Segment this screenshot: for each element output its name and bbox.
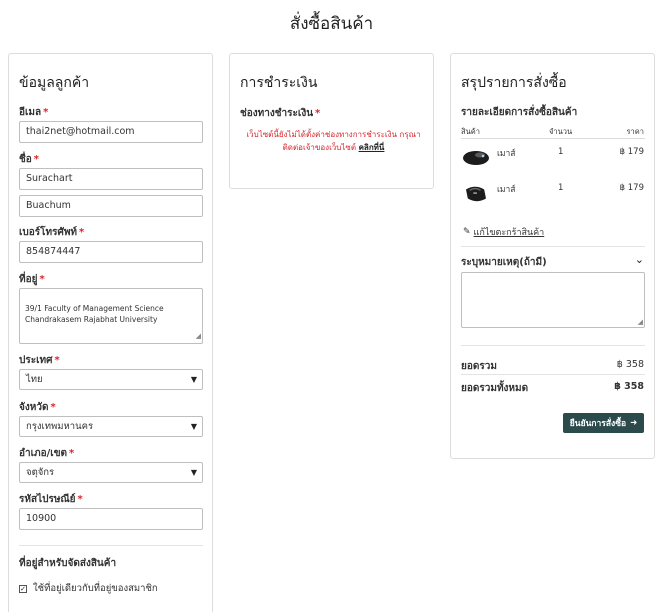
item-qty: 1	[558, 147, 564, 157]
postcode-label: รหัสไปรษณีย์ *	[19, 494, 83, 505]
checkmark-icon[interactable]: ✓	[19, 584, 27, 593]
order-details-label: รายละเอียดการสั่งซื้อสินค้า	[461, 107, 578, 118]
payment-warning-message: เว็บไซต์นี้ยังไม่ได้ตั้งค่าช่องทางการชำร…	[246, 130, 421, 152]
edit-cart-label: แก้ไขตะกร้าสินค้า	[473, 228, 545, 238]
item-name: เมาส์	[497, 185, 516, 195]
country-select[interactable]: ไทย ▼	[19, 369, 203, 390]
mouse-icon	[466, 186, 486, 202]
section-divider	[19, 545, 203, 546]
column-header-product: สินค้า	[461, 127, 480, 136]
note-textarea[interactable]: ◢	[461, 272, 645, 328]
customer-info-panel: ข้อมูลลูกค้า อีเมล * thai2net@hotmail.com…	[8, 53, 213, 612]
subtotal-value: ฿ 358	[616, 359, 644, 370]
last-name-field[interactable]: Buachum	[19, 195, 203, 217]
customer-panel-title: ข้อมูลลูกค้า	[19, 75, 90, 91]
email-label: อีเมล *	[19, 107, 49, 118]
payment-panel-title: การชำระเงิน	[240, 75, 318, 91]
item-name: เมาส์	[497, 149, 516, 159]
edit-cart-link[interactable]: ✎ แก้ไขตะกร้าสินค้า	[463, 225, 544, 239]
payment-channel-label: ช่องทางชำระเงิน *	[240, 108, 321, 119]
country-label: ประเทศ *	[19, 355, 60, 366]
postcode-field[interactable]: 10900	[19, 508, 203, 530]
total-label: ยอดรวมทั้งหมด	[461, 383, 529, 394]
item-price: ฿ 179	[619, 147, 644, 157]
district-label: อำเภอ/เขต *	[19, 448, 75, 459]
phone-label: เบอร์โทรศัพท์ *	[19, 227, 85, 238]
chevron-down-icon: ▼	[190, 375, 197, 384]
same-address-label: ใช้ที่อยู่เดียวกับที่อยู่ของสมาชิก	[33, 583, 158, 594]
order-summary-panel: สรุปรายการสั่งซื้อ รายละเอียดการสั่งซื้อ…	[450, 53, 655, 459]
total-value: ฿ 358	[614, 381, 644, 392]
address-value: 39/1 Faculty of Management Science Chand…	[25, 304, 164, 324]
resize-grip-icon[interactable]: ◢	[196, 331, 201, 342]
address-textarea[interactable]: 39/1 Faculty of Management Science Chand…	[19, 288, 203, 344]
chevron-down-icon[interactable]: ⌄	[635, 253, 644, 266]
page-title: สั่งซื้อสินค้า	[289, 14, 374, 34]
table-header-divider	[461, 138, 645, 139]
item-price: ฿ 179	[619, 183, 644, 193]
column-header-price: ราคา	[626, 127, 644, 136]
section-divider	[461, 345, 645, 346]
resize-grip-icon[interactable]: ◢	[638, 318, 643, 326]
subtotal-label: ยอดรวม	[461, 361, 497, 372]
address-label: ที่อยู่ *	[19, 274, 45, 285]
payment-panel: การชำระเงิน ช่องทางชำระเงิน * เว็บไซต์นี้…	[229, 53, 434, 189]
confirm-order-button[interactable]: ยืนยันการสั่งซื้อ ➜	[563, 413, 644, 433]
note-label: ระบุหมายเหตุ(ถ้ามี)	[461, 257, 547, 268]
chevron-down-icon: ▼	[190, 468, 197, 477]
province-select[interactable]: กรุงเทพมหานคร ▼	[19, 416, 203, 437]
item-qty: 1	[558, 183, 564, 193]
confirm-order-label: ยืนยันการสั่งซื้อ	[569, 419, 627, 429]
same-address-checkbox[interactable]: ✓ ใช้ที่อยู่เดียวกับที่อยู่ของสมาชิก	[19, 581, 158, 596]
province-label: จังหวัด *	[19, 402, 56, 413]
first-name-field[interactable]: Surachart	[19, 168, 203, 190]
contact-owner-link[interactable]: คลิกที่นี่	[359, 143, 385, 152]
shipping-address-title: ที่อยู่สำหรับจัดส่งสินค้า	[19, 558, 117, 569]
chevron-down-icon: ▼	[190, 422, 197, 431]
district-select[interactable]: จตุจักร ▼	[19, 462, 203, 483]
province-value: กรุงเทพมหานคร	[26, 421, 94, 432]
column-header-qty: จำนวน	[549, 127, 573, 136]
name-label: ชื่อ *	[19, 154, 40, 165]
summary-panel-title: สรุปรายการสั่งซื้อ	[461, 75, 567, 91]
arrow-right-icon: ➜	[630, 418, 638, 428]
edit-icon: ✎	[463, 227, 471, 237]
country-value: ไทย	[26, 374, 43, 385]
section-divider	[461, 374, 645, 375]
email-field[interactable]: thai2net@hotmail.com	[19, 121, 203, 143]
mouse-icon	[463, 151, 489, 165]
phone-field[interactable]: 854874447	[19, 241, 203, 263]
district-value: จตุจักร	[26, 467, 55, 478]
section-divider	[461, 246, 645, 247]
